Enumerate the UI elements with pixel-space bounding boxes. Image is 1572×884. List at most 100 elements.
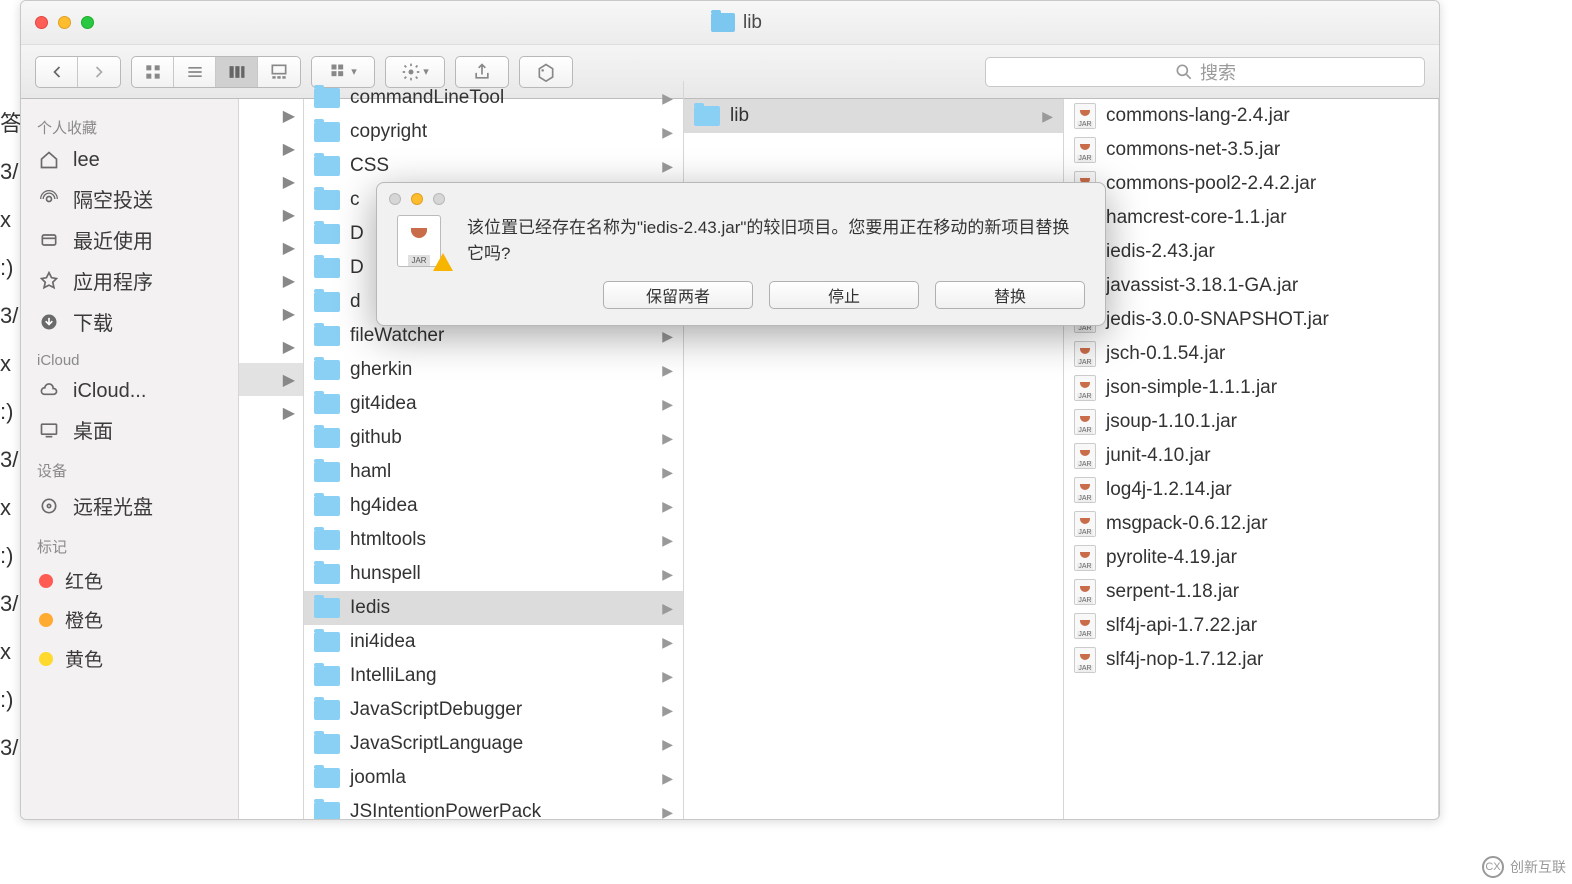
- list-item[interactable]: msgpack-0.6.12.jar: [1064, 507, 1438, 541]
- list-item[interactable]: lib▶: [684, 99, 1063, 133]
- column-view-button[interactable]: [216, 57, 258, 87]
- sidebar-item-label: iCloud...: [73, 380, 146, 403]
- list-item[interactable]: IntelliLang▶: [304, 659, 683, 693]
- sidebar-item[interactable]: 最近使用: [21, 219, 238, 260]
- dialog-minimize-icon[interactable]: [411, 193, 423, 205]
- column-stub-row[interactable]: ▶: [239, 231, 303, 264]
- column-1[interactable]: ▶▶▶▶▶▶▶▶▶▶: [239, 99, 304, 819]
- list-item[interactable]: slf4j-nop-1.7.12.jar: [1064, 643, 1438, 677]
- minimize-icon[interactable]: [58, 16, 71, 29]
- chevron-right-icon: ▶: [662, 532, 673, 549]
- column-stub-row[interactable]: ▶: [239, 297, 303, 330]
- column-stub-row[interactable]: ▶: [239, 363, 303, 396]
- desktop-icon: [37, 418, 61, 442]
- chevron-right-icon: ▶: [662, 396, 673, 413]
- list-item[interactable]: jsch-0.1.54.jar: [1064, 337, 1438, 371]
- replace-button[interactable]: 替换: [935, 281, 1085, 309]
- column-stub-row[interactable]: ▶: [239, 99, 303, 132]
- gallery-view-button[interactable]: [258, 57, 300, 87]
- list-item[interactable]: Iedis▶: [304, 591, 683, 625]
- apps-icon: [37, 269, 61, 293]
- list-item[interactable]: JavaScriptDebugger▶: [304, 693, 683, 727]
- keep-both-button[interactable]: 保留两者: [603, 281, 753, 309]
- sidebar-item[interactable]: 远程光盘: [21, 485, 238, 526]
- list-item[interactable]: jsoup-1.10.1.jar: [1064, 405, 1438, 439]
- list-item[interactable]: copyright▶: [304, 115, 683, 149]
- sidebar-item-label: 隔空投送: [73, 184, 153, 213]
- list-item[interactable]: jedis-3.0.0-SNAPSHOT.jar: [1064, 303, 1438, 337]
- maximize-icon[interactable]: [81, 16, 94, 29]
- sidebar-section-header: iCloud: [21, 342, 238, 373]
- item-label: ini4idea: [350, 631, 416, 653]
- folder-icon: [314, 496, 340, 516]
- sidebar-item[interactable]: 下载: [21, 301, 238, 342]
- tag-dot-icon: [39, 613, 53, 627]
- list-item[interactable]: commons-pool2-2.4.2.jar: [1064, 167, 1438, 201]
- list-item[interactable]: javassist-3.18.1-GA.jar: [1064, 269, 1438, 303]
- sidebar-tag[interactable]: 橙色: [21, 600, 238, 639]
- back-button[interactable]: [36, 57, 78, 87]
- column-stub-row[interactable]: ▶: [239, 264, 303, 297]
- list-item[interactable]: commandLineTool▶: [304, 81, 683, 115]
- item-label: msgpack-0.6.12.jar: [1106, 513, 1268, 535]
- chevron-right-icon: ▶: [662, 430, 673, 447]
- chevron-right-icon: ▶: [662, 804, 673, 820]
- list-item[interactable]: JavaScriptLanguage▶: [304, 727, 683, 761]
- list-item[interactable]: json-simple-1.1.1.jar: [1064, 371, 1438, 405]
- column-stub-row[interactable]: ▶: [239, 330, 303, 363]
- list-item[interactable]: log4j-1.2.14.jar: [1064, 473, 1438, 507]
- sidebar-item[interactable]: 桌面: [21, 409, 238, 450]
- list-item[interactable]: joomla▶: [304, 761, 683, 795]
- list-item[interactable]: gherkin▶: [304, 353, 683, 387]
- tag-dot-icon: [39, 574, 53, 588]
- sidebar-tag[interactable]: 红色: [21, 561, 238, 600]
- sidebar-item[interactable]: iCloud...: [21, 373, 238, 409]
- list-item[interactable]: hunspell▶: [304, 557, 683, 591]
- column-stub-row[interactable]: ▶: [239, 165, 303, 198]
- item-label: D: [350, 223, 364, 245]
- jar-file-icon: [1074, 647, 1096, 673]
- close-icon[interactable]: [35, 16, 48, 29]
- list-item[interactable]: htmltools▶: [304, 523, 683, 557]
- stop-button[interactable]: 停止: [769, 281, 919, 309]
- search-input[interactable]: 搜索: [985, 57, 1425, 87]
- sidebar-item[interactable]: 隔空投送: [21, 178, 238, 219]
- dialog-window-controls: [377, 183, 1105, 215]
- list-item[interactable]: hg4idea▶: [304, 489, 683, 523]
- sidebar-item[interactable]: 应用程序: [21, 260, 238, 301]
- item-label: D: [350, 257, 364, 279]
- list-item[interactable]: CSS▶: [304, 149, 683, 183]
- chevron-right-icon: ▶: [662, 600, 673, 617]
- sidebar-tag[interactable]: 黄色: [21, 639, 238, 678]
- icon-view-button[interactable]: [132, 57, 174, 87]
- list-item[interactable]: pyrolite-4.19.jar: [1064, 541, 1438, 575]
- list-item[interactable]: ini4idea▶: [304, 625, 683, 659]
- sidebar-item[interactable]: lee: [21, 142, 238, 178]
- item-label: serpent-1.18.jar: [1106, 581, 1239, 603]
- dialog-file-icon: [397, 215, 449, 267]
- folder-icon: [314, 326, 340, 346]
- column-4[interactable]: commons-lang-2.4.jarcommons-net-3.5.jarc…: [1064, 99, 1439, 819]
- cloud-icon: [37, 379, 61, 403]
- item-label: json-simple-1.1.1.jar: [1106, 377, 1277, 399]
- list-item[interactable]: junit-4.10.jar: [1064, 439, 1438, 473]
- list-item[interactable]: github▶: [304, 421, 683, 455]
- jar-file-icon: [1074, 443, 1096, 469]
- list-item[interactable]: hamcrest-core-1.1.jar: [1064, 201, 1438, 235]
- forward-button[interactable]: [78, 57, 120, 87]
- column-stub-row[interactable]: ▶: [239, 198, 303, 231]
- sidebar-item-label: 桌面: [73, 415, 113, 444]
- list-item[interactable]: JSIntentionPowerPack▶: [304, 795, 683, 819]
- list-item[interactable]: git4idea▶: [304, 387, 683, 421]
- list-item[interactable]: iedis-2.43.jar: [1064, 235, 1438, 269]
- list-item[interactable]: slf4j-api-1.7.22.jar: [1064, 609, 1438, 643]
- column-stub-row[interactable]: ▶: [239, 132, 303, 165]
- list-item[interactable]: haml▶: [304, 455, 683, 489]
- folder-icon: [314, 768, 340, 788]
- list-view-button[interactable]: [174, 57, 216, 87]
- list-item[interactable]: serpent-1.18.jar: [1064, 575, 1438, 609]
- list-item[interactable]: commons-net-3.5.jar: [1064, 133, 1438, 167]
- dialog-close-icon[interactable]: [389, 193, 401, 205]
- list-item[interactable]: commons-lang-2.4.jar: [1064, 99, 1438, 133]
- column-stub-row[interactable]: ▶: [239, 396, 303, 429]
